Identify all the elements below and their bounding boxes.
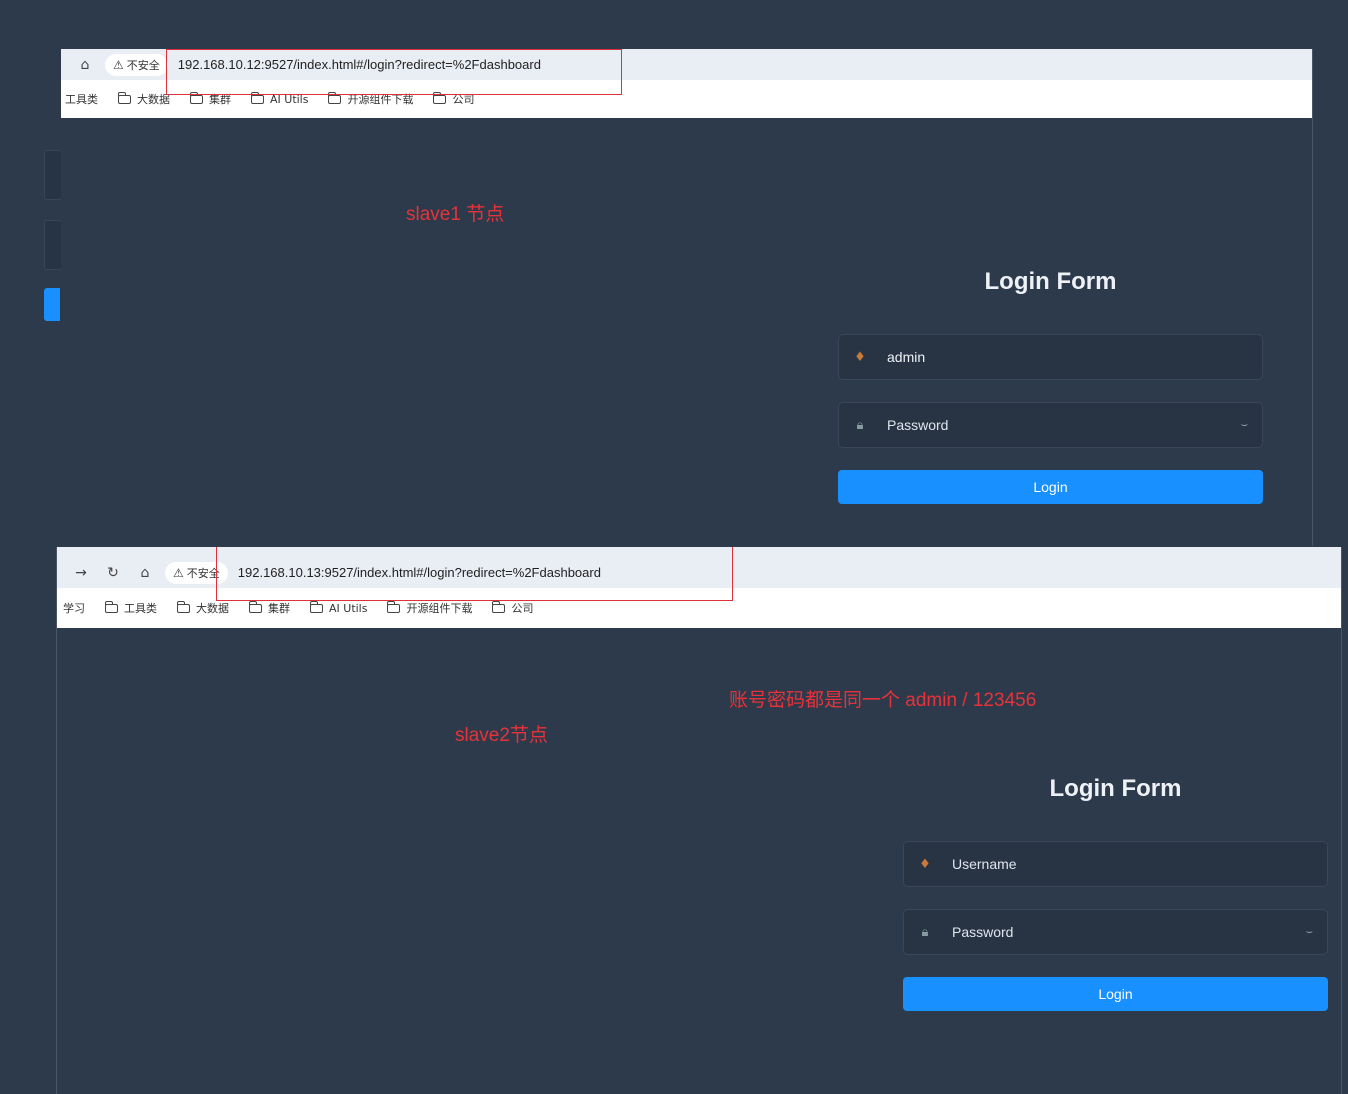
login-form: Login Form ♦ 🔒︎ ⌣ Login xyxy=(903,775,1328,1011)
user-icon: ♦ xyxy=(919,856,931,872)
bookmark-item[interactable]: 开源组件下载 xyxy=(327,91,414,107)
credentials-annotation: 账号密码都是同一个 admin / 123456 xyxy=(729,690,1037,711)
background-window-tab xyxy=(44,150,62,200)
bookmark-item[interactable]: 大数据 xyxy=(117,91,170,107)
bookmark-label: 大数据 xyxy=(137,93,170,106)
bookmark-label: 开源组件下载 xyxy=(406,602,473,615)
bookmark-label: 公司 xyxy=(452,93,475,106)
folder-icon xyxy=(176,600,190,613)
eye-closed-icon[interactable]: ⌣ xyxy=(1306,925,1313,939)
bookmark-label: 集群 xyxy=(268,602,290,615)
bookmark-item[interactable]: AI Utils xyxy=(250,91,309,106)
folder-icon xyxy=(309,600,323,613)
node-annotation: slave2节点 xyxy=(455,725,548,746)
bookmark-item[interactable]: 开源组件下载 xyxy=(386,600,473,616)
bookmark-item[interactable]: 集群 xyxy=(189,91,231,107)
bookmark-label: 大数据 xyxy=(196,602,229,615)
folder-icon xyxy=(104,600,118,613)
password-field: 🔒︎ ⌣ xyxy=(903,909,1328,955)
background-window-tab xyxy=(44,220,62,270)
bookmark-label: AI Utils xyxy=(329,601,368,615)
security-indicator[interactable]: ⚠ 不安全 xyxy=(105,53,168,76)
home-icon[interactable]: ⌂ xyxy=(137,565,153,581)
folder-icon xyxy=(491,600,506,613)
home-icon[interactable]: ⌂ xyxy=(77,57,93,73)
password-field: 🔒︎ ⌣ xyxy=(838,402,1263,448)
security-indicator[interactable]: ⚠ 不安全 xyxy=(165,561,228,584)
bookmark-item[interactable]: 公司 xyxy=(432,91,475,107)
bookmark-item[interactable]: 工具类 xyxy=(65,91,98,107)
login-button[interactable]: Login xyxy=(838,470,1263,504)
password-input[interactable] xyxy=(885,416,1209,434)
bookmark-label: 集群 xyxy=(209,93,231,106)
tab-strip xyxy=(57,547,1341,557)
bookmark-label: AI Utils xyxy=(270,92,309,106)
address-bar: ⌂ ⚠ 不安全 192.168.10.12:9527/index.html#/l… xyxy=(61,49,1312,80)
bookmark-item[interactable]: AI Utils xyxy=(309,600,368,615)
bookmarks-bar: 学习 工具类 大数据 集群 AI Utils 开源组件下载 公司 xyxy=(57,588,1341,628)
bookmark-label: 公司 xyxy=(511,602,534,615)
folder-icon xyxy=(248,600,262,613)
folder-icon xyxy=(327,91,342,104)
login-title: Login Form xyxy=(1049,775,1182,802)
bookmark-label: 开源组件下载 xyxy=(347,93,414,106)
bookmark-item[interactable]: 公司 xyxy=(491,600,534,616)
login-button[interactable]: Login xyxy=(903,977,1328,1011)
username-field: ♦ xyxy=(903,841,1328,887)
username-input[interactable] xyxy=(885,348,1209,366)
lock-icon: 🔒︎ xyxy=(921,924,929,940)
password-input[interactable] xyxy=(950,923,1274,941)
login-title: Login Form xyxy=(984,268,1117,295)
login-form: Login Form ♦ 🔒︎ ⌣ Login xyxy=(838,268,1263,504)
browser-window-slave2: → ↻ ⌂ ⚠ 不安全 192.168.10.13:9527/index.htm… xyxy=(56,547,1342,1094)
forward-icon[interactable]: → xyxy=(73,565,89,581)
background-window-button xyxy=(44,288,60,321)
folder-icon xyxy=(432,91,447,104)
bookmark-label: 工具类 xyxy=(124,602,157,615)
security-label: 不安全 xyxy=(126,58,160,72)
bookmark-item[interactable]: 集群 xyxy=(248,600,290,616)
bookmarks-bar: 工具类 大数据 集群 AI Utils 开源组件下载 公司 xyxy=(61,80,1312,118)
url-field[interactable]: 192.168.10.12:9527/index.html#/login?red… xyxy=(178,57,541,72)
reload-icon[interactable]: ↻ xyxy=(105,565,121,581)
bookmark-item[interactable]: 工具类 xyxy=(104,600,157,616)
browser-window-slave1: ⌂ ⚠ 不安全 192.168.10.12:9527/index.html#/l… xyxy=(61,49,1313,546)
warning-icon: ⚠ xyxy=(173,565,184,580)
folder-icon xyxy=(386,600,401,613)
user-icon: ♦ xyxy=(854,349,866,365)
eye-closed-icon[interactable]: ⌣ xyxy=(1241,418,1248,432)
url-field[interactable]: 192.168.10.13:9527/index.html#/login?red… xyxy=(238,565,601,580)
warning-icon: ⚠ xyxy=(113,57,124,72)
folder-icon xyxy=(117,91,131,104)
bookmark-item[interactable]: 学习 xyxy=(63,600,85,616)
username-field: ♦ xyxy=(838,334,1263,380)
bookmark-item[interactable]: 大数据 xyxy=(176,600,229,616)
folder-icon xyxy=(189,91,203,104)
node-annotation: slave1 节点 xyxy=(406,204,505,225)
username-input[interactable] xyxy=(950,855,1274,873)
folder-icon xyxy=(250,91,264,104)
address-bar: → ↻ ⌂ ⚠ 不安全 192.168.10.13:9527/index.htm… xyxy=(57,557,1341,588)
security-label: 不安全 xyxy=(186,566,220,580)
lock-icon: 🔒︎ xyxy=(856,417,864,433)
